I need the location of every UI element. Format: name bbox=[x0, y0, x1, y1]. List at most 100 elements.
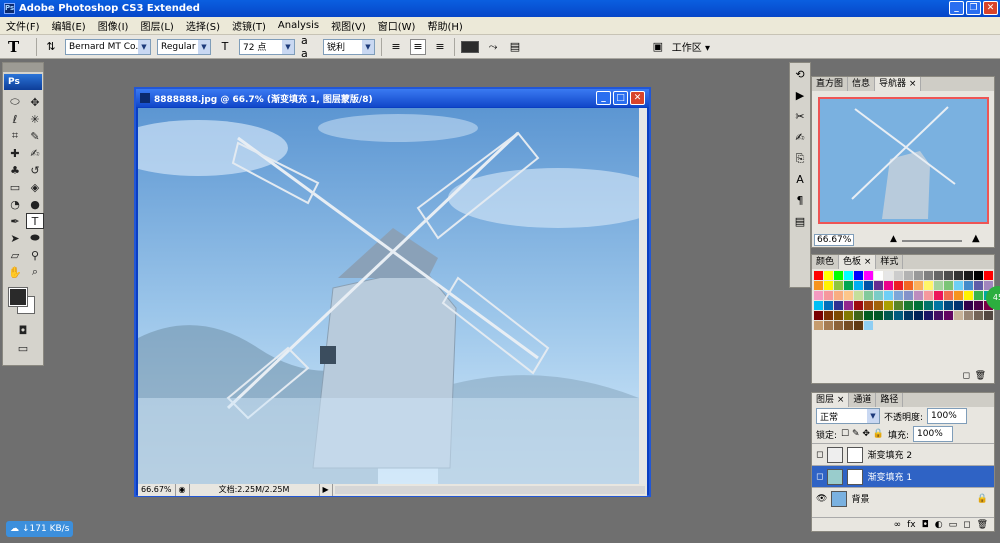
text-color-swatch[interactable] bbox=[461, 40, 479, 53]
notes-tool-icon[interactable]: ▱ bbox=[6, 247, 24, 263]
align-right-icon[interactable]: ≡ bbox=[432, 39, 448, 55]
eraser-tool-icon[interactable]: ▭ bbox=[6, 179, 24, 195]
zoom-in-icon[interactable]: ▲ bbox=[972, 233, 980, 244]
color-swatch[interactable] bbox=[974, 311, 983, 320]
color-swatch[interactable] bbox=[884, 301, 893, 310]
color-swatch[interactable] bbox=[834, 301, 843, 310]
menu-help[interactable]: 帮助(H) bbox=[421, 18, 468, 33]
color-swatch[interactable] bbox=[984, 311, 993, 320]
type-tool-icon[interactable]: T bbox=[26, 213, 44, 229]
menu-file[interactable]: 文件(F) bbox=[0, 18, 46, 33]
color-swatch[interactable] bbox=[974, 271, 983, 280]
slice-tool-icon[interactable]: ✎ bbox=[26, 128, 44, 144]
layer-row[interactable]: 👁 背景 🔒 bbox=[812, 487, 994, 509]
visibility-eye-icon[interactable]: ◻ bbox=[816, 472, 823, 482]
color-swatch[interactable] bbox=[944, 311, 953, 320]
delete-swatch-icon[interactable]: 🗑 bbox=[975, 371, 986, 381]
color-swatch[interactable] bbox=[884, 271, 893, 280]
color-swatch[interactable] bbox=[974, 291, 983, 300]
zoom-tool-icon[interactable]: ⌕ bbox=[26, 264, 44, 280]
image-canvas[interactable] bbox=[138, 108, 639, 484]
zoom-out-icon[interactable]: ▲ bbox=[890, 234, 897, 244]
tab-color[interactable]: 颜色 bbox=[812, 255, 840, 269]
color-swatch[interactable] bbox=[864, 311, 873, 320]
warp-text-icon[interactable]: ⤳ bbox=[485, 39, 501, 55]
tab-styles[interactable]: 样式 bbox=[876, 255, 904, 269]
actions-icon[interactable]: ▶ bbox=[791, 87, 809, 105]
brush-tool-icon[interactable]: ✍ bbox=[26, 145, 44, 161]
color-swatch[interactable] bbox=[904, 281, 913, 290]
paragraph-icon[interactable]: ¶ bbox=[791, 192, 809, 210]
screen-mode-icon[interactable]: ▭ bbox=[14, 340, 32, 356]
doc-minimize-button[interactable]: _ bbox=[596, 91, 611, 105]
menu-view[interactable]: 视图(V) bbox=[325, 18, 372, 33]
crop-tool-icon[interactable]: ⌗ bbox=[6, 128, 24, 144]
color-swatch[interactable] bbox=[964, 311, 973, 320]
color-swatch[interactable] bbox=[904, 291, 913, 300]
color-swatch[interactable] bbox=[914, 301, 923, 310]
tab-info[interactable]: 信息 bbox=[848, 77, 876, 91]
color-swatch[interactable] bbox=[934, 291, 943, 300]
color-swatch[interactable] bbox=[854, 271, 863, 280]
color-swatch[interactable] bbox=[844, 301, 853, 310]
new-swatch-icon[interactable]: ◻ bbox=[963, 371, 970, 381]
add-mask-icon[interactable]: ◘ bbox=[922, 520, 929, 530]
network-speed-widget[interactable]: ☁ ↓171 KB/s bbox=[6, 521, 74, 537]
color-swatch[interactable] bbox=[874, 281, 883, 290]
tab-channels[interactable]: 通道 bbox=[849, 393, 877, 407]
color-swatch[interactable] bbox=[824, 271, 833, 280]
tab-layers[interactable]: 图层 × bbox=[812, 393, 850, 407]
eyedropper-icon[interactable]: ⚲ bbox=[26, 247, 44, 263]
vertical-scrollbar[interactable] bbox=[639, 108, 647, 484]
character-icon[interactable]: A bbox=[791, 171, 809, 189]
character-panel-icon[interactable]: ▤ bbox=[507, 39, 523, 55]
visibility-eye-icon[interactable]: 👁 bbox=[816, 494, 827, 504]
color-swatch[interactable] bbox=[864, 301, 873, 310]
color-swatch[interactable] bbox=[834, 281, 843, 290]
new-layer-icon[interactable]: ◻ bbox=[963, 520, 970, 530]
lock-icons[interactable]: ☐ ✎ ✥ 🔒 bbox=[841, 429, 884, 439]
color-swatch[interactable] bbox=[894, 301, 903, 310]
color-swatch[interactable] bbox=[824, 311, 833, 320]
color-swatch[interactable] bbox=[844, 321, 853, 330]
tool-presets-icon[interactable]: ✂ bbox=[791, 108, 809, 126]
color-swatch[interactable] bbox=[964, 301, 973, 310]
color-swatch[interactable] bbox=[854, 321, 863, 330]
color-swatch[interactable] bbox=[934, 281, 943, 290]
text-orientation-icon[interactable]: ⇅ bbox=[43, 39, 59, 55]
color-swatch[interactable] bbox=[824, 291, 833, 300]
color-swatch[interactable] bbox=[914, 311, 923, 320]
paint-bucket-icon[interactable]: ◈ bbox=[26, 179, 44, 195]
brushes-icon[interactable]: ✍ bbox=[791, 129, 809, 147]
color-swatch[interactable] bbox=[944, 301, 953, 310]
color-swatch[interactable] bbox=[984, 271, 993, 280]
restore-button[interactable]: ❐ bbox=[966, 1, 981, 15]
color-swatch[interactable] bbox=[954, 301, 963, 310]
color-swatch[interactable] bbox=[844, 281, 853, 290]
color-swatch[interactable] bbox=[874, 291, 883, 300]
color-swatch[interactable] bbox=[884, 291, 893, 300]
status-menu-arrow[interactable]: ▶ bbox=[320, 484, 333, 496]
layer-name[interactable]: 背景 bbox=[851, 492, 869, 505]
color-swatch[interactable] bbox=[864, 321, 873, 330]
color-swatch[interactable] bbox=[834, 311, 843, 320]
color-swatch[interactable] bbox=[814, 311, 823, 320]
shape-tool-icon[interactable]: ⬬ bbox=[26, 230, 44, 246]
menu-window[interactable]: 窗口(W) bbox=[372, 18, 422, 33]
color-swatch[interactable] bbox=[844, 291, 853, 300]
color-swatch[interactable] bbox=[854, 291, 863, 300]
color-swatch[interactable] bbox=[864, 291, 873, 300]
color-swatch[interactable] bbox=[884, 311, 893, 320]
clone-stamp-icon[interactable]: ♣ bbox=[6, 162, 24, 178]
color-swatch[interactable] bbox=[814, 281, 823, 290]
color-swatch[interactable] bbox=[924, 271, 933, 280]
color-swatch[interactable] bbox=[824, 281, 833, 290]
pen-tool-icon[interactable]: ✒ bbox=[6, 213, 24, 229]
color-swatch[interactable] bbox=[964, 281, 973, 290]
opacity-field[interactable]: 100% bbox=[927, 408, 968, 424]
clone-source-icon[interactable]: ⎘ bbox=[791, 150, 809, 168]
color-swatch[interactable] bbox=[954, 311, 963, 320]
horizontal-scrollbar[interactable] bbox=[334, 486, 645, 494]
type-tool-preset-picker[interactable]: T bbox=[8, 38, 30, 56]
color-swatch[interactable] bbox=[934, 301, 943, 310]
